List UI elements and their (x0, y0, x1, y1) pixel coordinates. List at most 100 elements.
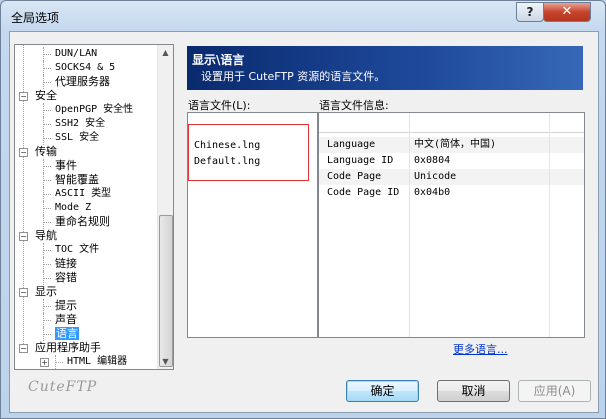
scroll-thumb[interactable] (159, 215, 173, 367)
tree-item[interactable]: 语言 (55, 327, 79, 341)
tree-item[interactable]: SSL 安全 (55, 131, 99, 145)
tree-item[interactable]: 传输 (35, 145, 57, 159)
tree-connector (43, 54, 51, 55)
tree-item[interactable]: 容错 (55, 271, 77, 285)
more-languages-link[interactable]: 更多语言... (453, 341, 508, 357)
tree-connector (43, 250, 51, 251)
collapse-icon[interactable]: − (19, 92, 28, 101)
help-button[interactable]: ? (516, 2, 544, 22)
tree-item-label: SSL 安全 (55, 132, 100, 143)
tree-item[interactable]: 应用程序助手 (35, 341, 101, 355)
tree-guide-line (43, 131, 44, 145)
info-key: Language ID (327, 155, 394, 166)
tree-item[interactable]: 声音 (55, 313, 77, 327)
tree-item-label: 提示 (55, 299, 77, 312)
tree-item[interactable]: DUN/LAN (55, 47, 97, 61)
collapse-icon[interactable]: − (19, 232, 28, 241)
tree-item-label: DUN/LAN (55, 48, 98, 59)
tree-item[interactable]: SSH2 安全 (55, 117, 105, 131)
tree-connector (43, 264, 51, 265)
tree-item[interactable]: 显示 (35, 285, 57, 299)
info-key: Language (327, 139, 376, 150)
tree-guide-line (43, 103, 44, 117)
column-divider (409, 113, 410, 337)
tree-guide-line (43, 75, 44, 89)
expand-icon[interactable]: + (40, 358, 49, 367)
tree-connector (43, 138, 51, 139)
info-value: 0x0804 (414, 155, 451, 166)
tree-item[interactable]: 代理服务器 (55, 75, 110, 89)
tree-guide-line (43, 257, 44, 271)
tree-guide-line (43, 299, 44, 313)
options-tree[interactable]: ▲ ▼ DUN/LAN SOCKS4 & 5 代理服务器 − 安全 OpenPGP 安全性… (14, 44, 174, 370)
tree-item-label: TOC 文件 (55, 244, 100, 255)
tree-connector (43, 68, 51, 69)
tree-item-label: 安全 (35, 89, 57, 102)
tree-item[interactable]: ASCII 类型 (55, 187, 111, 201)
tree-item[interactable]: TOC 文件 (55, 243, 99, 257)
cuteftp-watermark: CuteFTP (28, 379, 98, 395)
scroll-down-icon[interactable]: ▼ (158, 354, 173, 369)
tree-guide-line (43, 159, 44, 173)
tree-guide-line (43, 187, 44, 201)
tree-connector (43, 110, 51, 111)
tree-connector (43, 278, 51, 279)
tree-item-label: 链接 (55, 257, 77, 270)
tree-connector (43, 334, 51, 335)
tree-item[interactable]: 事件 (55, 159, 77, 173)
tree-guide-line (43, 327, 44, 341)
tree-item[interactable]: 提示 (55, 299, 77, 313)
info-table-header (319, 113, 584, 133)
tree-item[interactable]: 智能覆盖 (55, 173, 99, 187)
tree-item-label: 显示 (35, 285, 57, 298)
panel-header: 显示\语言 设置用于 CuteFTP 资源的语言文件。 (187, 46, 583, 90)
tree-item-label: 传输 (35, 145, 57, 158)
dialog-client: ▲ ▼ DUN/LAN SOCKS4 & 5 代理服务器 − 安全 OpenPGP 安全性… (9, 31, 599, 413)
table-row: Code Page ID 0x04b0 (319, 185, 584, 201)
tree-item[interactable]: OpenPGP 安全性 (55, 103, 133, 117)
tree-connector (43, 180, 51, 181)
cancel-button[interactable]: 取消 (437, 380, 510, 402)
tree-item-label: 智能覆盖 (55, 173, 99, 186)
tree-item[interactable]: Mode Z (55, 201, 91, 215)
table-row: Language 中文(简体，中国) (319, 137, 584, 153)
close-button[interactable]: ✕ (543, 2, 591, 22)
info-key: Code Page ID (327, 187, 400, 198)
tree-guide-line (43, 47, 44, 61)
apply-button[interactable]: 应用(A) (518, 380, 591, 402)
panel-description: 设置用于 CuteFTP 资源的语言文件。 (201, 70, 386, 83)
tree-guide-line (43, 271, 44, 285)
tree-connector (43, 320, 51, 321)
tree-item-label: 代理服务器 (55, 75, 110, 88)
tree-item-label: 容错 (55, 271, 77, 284)
tree-item[interactable]: 导航 (35, 229, 57, 243)
tree-item-label: 重命名规则 (55, 215, 110, 228)
tree-guide-line (23, 45, 24, 348)
tree-item[interactable]: SOCKS4 & 5 (55, 61, 115, 75)
tree-scrollbar[interactable]: ▲ ▼ (157, 45, 173, 369)
language-info-table: Language 中文(简体，中国) Language ID 0x0804 Co… (318, 112, 585, 338)
tree-item[interactable]: 安全 (35, 89, 57, 103)
info-value: 0x04b0 (414, 187, 451, 198)
tree-item[interactable]: 重命名规则 (55, 215, 110, 229)
tree-item[interactable]: HTML 编辑器 (67, 355, 127, 369)
tree-item-label: SOCKS4 & 5 (55, 62, 116, 73)
collapse-icon[interactable]: − (19, 148, 28, 157)
tree-guide-line (43, 61, 44, 75)
tree-connector (43, 306, 51, 307)
tree-item-label: 导航 (35, 229, 57, 242)
collapse-icon[interactable]: − (19, 288, 28, 297)
window-title: 全局选项 (11, 11, 60, 25)
tree-connector (43, 124, 51, 125)
table-row: Language ID 0x0804 (319, 153, 584, 169)
ok-button[interactable]: 确定 (346, 380, 419, 402)
tree-guide-line (43, 243, 44, 257)
tree-item-label: ASCII 类型 (55, 188, 112, 199)
table-row: Code Page Unicode (319, 169, 584, 185)
options-window: 全局选项 ? ✕ ▲ ▼ DUN/LAN SOCKS4 & 5 代理服务器 − 安全 Op… (0, 0, 606, 419)
tree-item[interactable]: 链接 (55, 257, 77, 271)
tree-connector (43, 166, 51, 167)
scroll-up-icon[interactable]: ▲ (158, 45, 173, 60)
collapse-icon[interactable]: − (19, 344, 28, 353)
tree-connector (43, 208, 51, 209)
